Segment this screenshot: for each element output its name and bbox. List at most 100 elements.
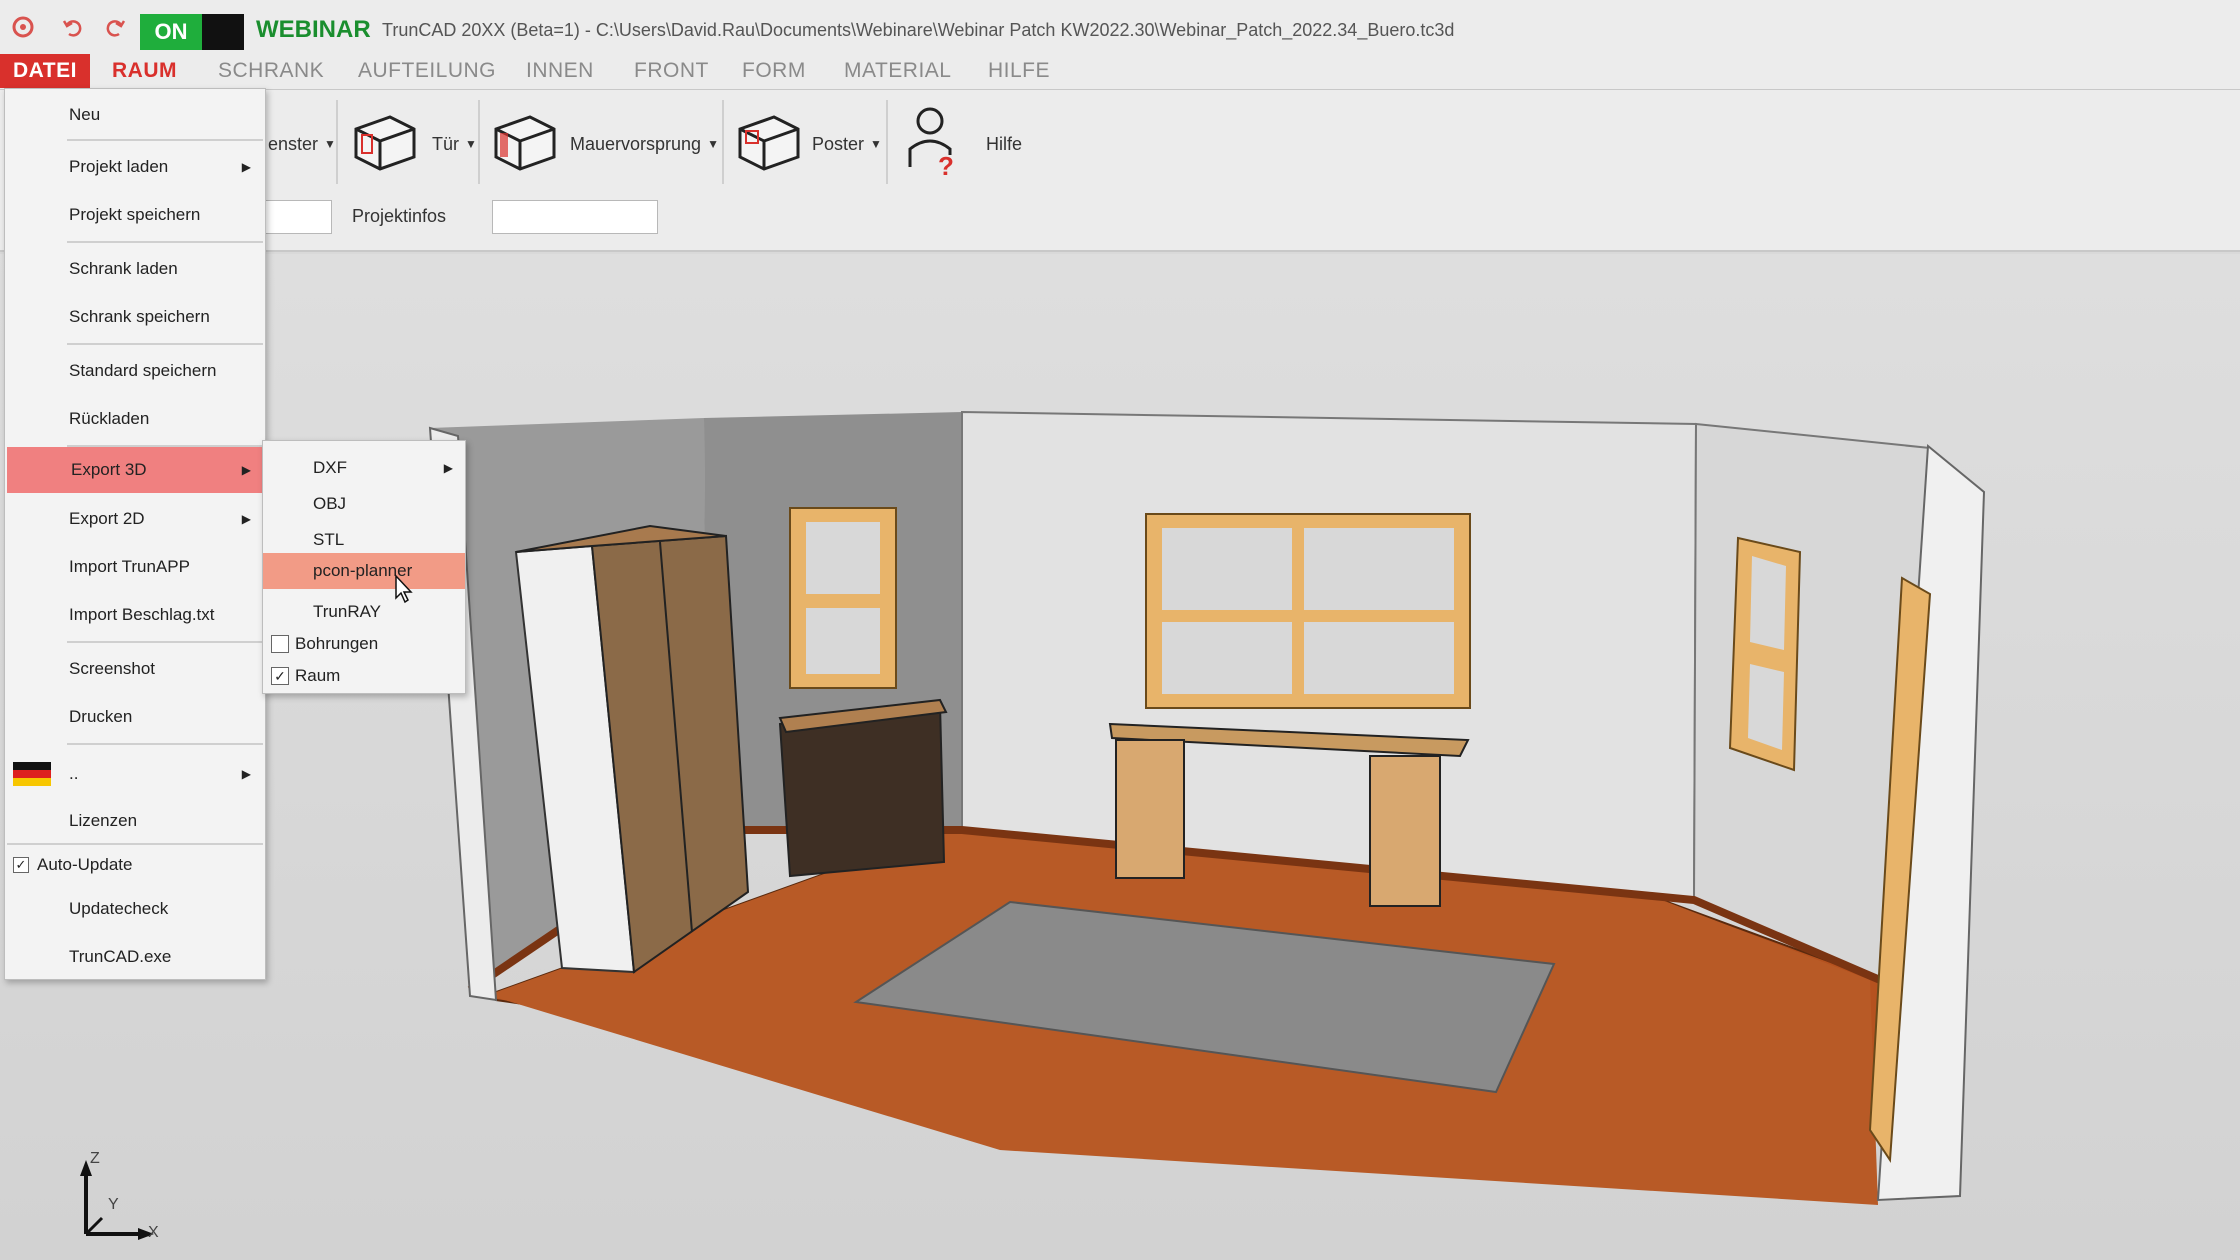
- 3d-viewport[interactable]: Z Y X: [0, 254, 2240, 1260]
- ribbon-separator: [336, 100, 338, 184]
- menu-item-label: Import TrunAPP: [69, 557, 190, 576]
- room-scene: [428, 410, 1986, 1205]
- on-air-badge: ON: [140, 14, 244, 50]
- menu-item-label: TrunCAD.exe: [69, 947, 172, 966]
- chevron-right-icon: ▶: [241, 767, 251, 781]
- redo-icon[interactable]: [100, 12, 130, 42]
- projektinfos-label: Projektinfos: [352, 206, 447, 226]
- desk-drawer-left: [1115, 739, 1185, 879]
- menu-item-projekt-speichern[interactable]: Projekt speichern: [5, 195, 263, 235]
- menu-item-export-3d[interactable]: Export 3D ▶: [7, 447, 263, 493]
- tab-innen[interactable]: INNEN: [514, 54, 606, 88]
- fenster-button[interactable]: enster ▼: [262, 98, 336, 190]
- mauervorsprung-button[interactable]: Mauervorsprung ▼: [490, 98, 719, 190]
- submenu-item-raum[interactable]: ✓ Raum: [263, 659, 465, 693]
- datei-menu: Neu Projekt laden ▶ Projekt speichern Sch…: [4, 88, 266, 980]
- menu-item-schrank-laden[interactable]: Schrank laden: [5, 249, 263, 289]
- menu-separator: [67, 641, 263, 643]
- hilfe-button[interactable]: ? Hilfe: [904, 98, 1022, 190]
- title-bar: ON WEBINAR TrunCAD 20XX (Beta=1) - C:\Us…: [0, 0, 2240, 56]
- projektinfos-input[interactable]: [492, 200, 658, 234]
- hilfe-label: Hilfe: [986, 133, 1023, 154]
- submenu-item-obj[interactable]: OBJ: [263, 487, 465, 521]
- ribbon: enster ▼ Tür ▼ Mauervorsprung ▼ Poster ▼…: [0, 90, 2240, 252]
- chevron-right-icon: ▶: [443, 461, 453, 475]
- submenu-item-label: OBJ: [313, 494, 347, 513]
- menu-item-schrank-speichern[interactable]: Schrank speichern: [5, 297, 263, 337]
- submenu-item-label: Raum: [295, 666, 341, 685]
- tab-aufteilung[interactable]: AUFTEILUNG: [346, 54, 508, 88]
- submenu-item-bohrungen[interactable]: Bohrungen: [263, 627, 465, 661]
- menu-separator: [67, 139, 263, 141]
- submenu-item-pcon-planner[interactable]: pcon-planner: [263, 553, 465, 589]
- poster-button[interactable]: Poster ▼: [734, 98, 882, 190]
- menu-item-import-beschlag[interactable]: Import Beschlag.txt: [5, 595, 263, 635]
- axes-indicator: Z Y X: [70, 1150, 170, 1250]
- app-logo-icon[interactable]: [8, 12, 38, 42]
- axis-z-label: Z: [90, 1150, 100, 1167]
- fenster-label: enster: [268, 133, 319, 154]
- menu-item-label: Rückladen: [69, 409, 150, 428]
- poster-icon: [734, 107, 804, 182]
- menu-item-auto-update[interactable]: ✓ Auto-Update: [5, 845, 263, 885]
- ribbon-input-field[interactable]: [262, 200, 332, 234]
- submenu-item-trunray[interactable]: TrunRAY: [263, 595, 465, 629]
- window-title: TrunCAD 20XX (Beta=1) - C:\Users\David.R…: [382, 20, 1455, 40]
- door-icon: [350, 107, 420, 182]
- menu-item-label: ..: [69, 764, 79, 783]
- menu-item-rueckladen[interactable]: Rückladen: [5, 399, 263, 439]
- menu-item-label: Screenshot: [69, 659, 155, 678]
- menu-item-screenshot[interactable]: Screenshot: [5, 649, 263, 689]
- menu-item-standard-speichern[interactable]: Standard speichern: [5, 351, 263, 391]
- chevron-right-icon: ▶: [241, 512, 251, 526]
- ribbon-separator: [722, 100, 724, 184]
- tab-front[interactable]: FRONT: [622, 54, 721, 88]
- help-person-icon: ?: [904, 105, 964, 184]
- menu-item-export-2d[interactable]: Export 2D ▶: [5, 499, 263, 539]
- off-indicator: [202, 14, 244, 50]
- menu-item-label: Standard speichern: [69, 361, 217, 380]
- tab-hilfe[interactable]: HILFE: [976, 54, 1062, 88]
- submenu-item-label: STL: [313, 530, 345, 549]
- menu-item-label: Projekt laden: [69, 157, 169, 176]
- menu-item-label: Projekt speichern: [69, 205, 201, 224]
- menu-item-neu[interactable]: Neu: [5, 95, 263, 135]
- menu-item-import-trunapp[interactable]: Import TrunAPP: [5, 547, 263, 587]
- chevron-down-icon: ▼: [870, 137, 882, 151]
- tab-material[interactable]: MATERIAL: [832, 54, 963, 88]
- menu-item-label: Lizenzen: [69, 811, 138, 830]
- submenu-item-stl[interactable]: STL: [263, 523, 465, 557]
- auto-update-checkbox[interactable]: ✓: [13, 857, 29, 873]
- tab-raum[interactable]: RAUM: [100, 54, 189, 88]
- menu-item-label: Drucken: [69, 707, 133, 726]
- submenu-item-dxf[interactable]: DXF ▶: [263, 451, 465, 485]
- chevron-down-icon: ▼: [707, 137, 719, 151]
- chevron-right-icon: ▶: [241, 160, 251, 174]
- tab-datei[interactable]: DATEI: [0, 54, 90, 88]
- menu-item-truncad-exe[interactable]: TrunCAD.exe: [5, 937, 263, 977]
- menu-item-projekt-laden[interactable]: Projekt laden ▶: [5, 147, 263, 187]
- menu-item-label: Export 2D: [69, 509, 145, 528]
- menu-item-label: Import Beschlag.txt: [69, 605, 215, 624]
- wall-projection-icon: [490, 107, 560, 182]
- menu-item-label: Neu: [69, 105, 101, 124]
- submenu-item-label: Bohrungen: [295, 634, 379, 653]
- desk-drawer-right: [1369, 755, 1441, 907]
- tab-form[interactable]: FORM: [730, 54, 818, 88]
- menu-item-drucken[interactable]: Drucken: [5, 697, 263, 737]
- menu-item-lizenzen[interactable]: Lizenzen: [5, 801, 263, 841]
- menu-item-label: Auto-Update: [37, 855, 133, 874]
- bohrungen-checkbox[interactable]: [271, 635, 289, 653]
- tab-schrank[interactable]: SCHRANK: [206, 54, 336, 88]
- ribbon-separator: [886, 100, 888, 184]
- raum-checkbox[interactable]: ✓: [271, 667, 289, 685]
- menu-item-language[interactable]: .. ▶: [5, 751, 263, 797]
- axis-x-label: X: [148, 1224, 159, 1241]
- menu-separator: [67, 743, 263, 745]
- menu-item-updatecheck[interactable]: Updatecheck: [5, 889, 263, 929]
- undo-icon[interactable]: [58, 12, 88, 42]
- chevron-down-icon: ▼: [465, 137, 477, 151]
- submenu-item-label: TrunRAY: [313, 602, 382, 621]
- tuer-button[interactable]: Tür ▼: [350, 98, 477, 190]
- on-label: ON: [140, 14, 202, 50]
